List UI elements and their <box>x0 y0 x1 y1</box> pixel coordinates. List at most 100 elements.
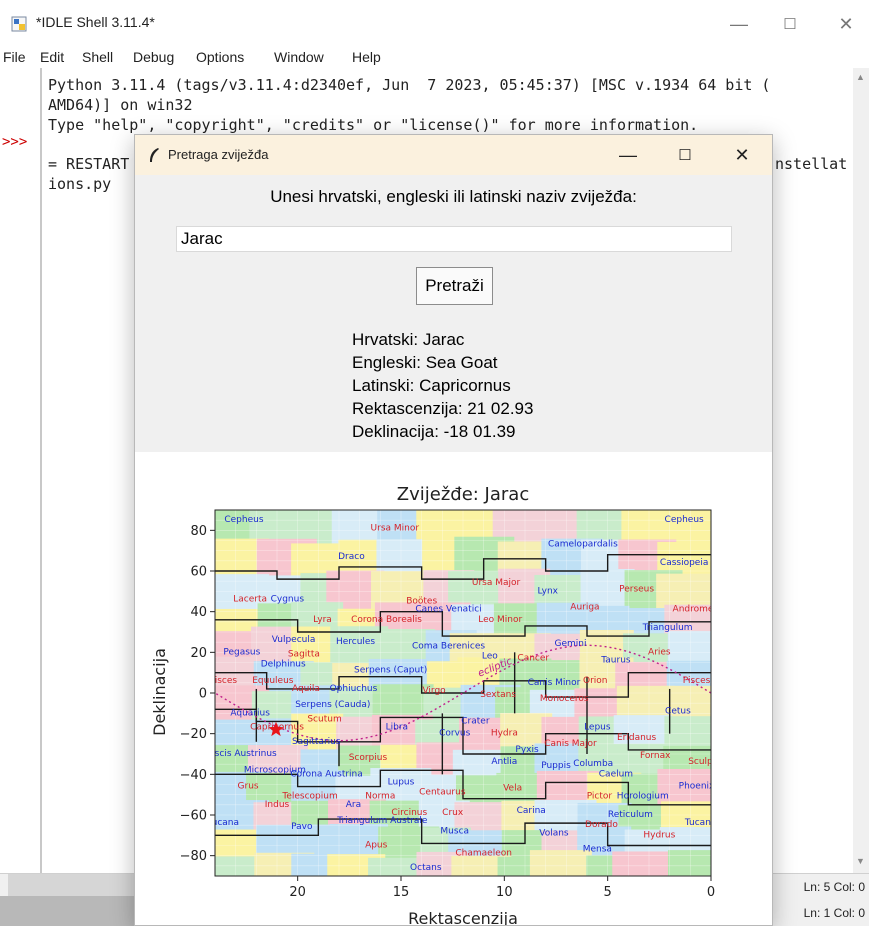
constellation-label: Monoceros <box>540 694 589 704</box>
constellation-label: Pegasus <box>223 647 260 657</box>
minimize-button[interactable]: — <box>716 10 762 38</box>
menu-help[interactable]: Help <box>352 49 381 65</box>
constellation-label: Carina <box>517 806 546 816</box>
constellation-label: Virgo <box>422 686 446 696</box>
constellation-chart: Zviježđe: Jarac ecliptic Cepheus CepheusU… <box>150 484 726 925</box>
dialog-maximize-button[interactable]: ☐ <box>665 141 705 169</box>
constellation-label: Canes Venatici <box>415 605 481 615</box>
constellation-label: Volans <box>539 828 569 838</box>
constellation-label: Octans <box>410 863 442 873</box>
dialog-close-button[interactable]: ✕ <box>722 141 762 169</box>
result-declination: Deklinacija: -18 01.39 <box>352 422 516 441</box>
y-tick-label: −20 <box>180 727 207 742</box>
constellation-label: Delphinus <box>261 660 306 670</box>
constellation-label: Canis Minor <box>528 678 581 688</box>
constellation-label: Chamaeleon <box>455 849 512 859</box>
constellation-label: Indus <box>265 800 290 810</box>
constellation-label: Draco <box>338 552 365 562</box>
constellation-label: Equuleus <box>252 676 294 686</box>
background-strip <box>0 896 140 926</box>
menu-edit[interactable]: Edit <box>40 49 64 65</box>
constellation-label: Sagittarius <box>292 737 341 747</box>
constellation-label: Tucana <box>684 818 717 828</box>
y-tick-label: 80 <box>190 524 207 539</box>
constellation-label: Libra <box>386 723 408 733</box>
scroll-down-icon[interactable]: ▼ <box>856 856 865 866</box>
search-button[interactable]: Pretraži <box>416 267 493 305</box>
constellation-label: Reticulum <box>608 810 653 820</box>
plot-area: Zviježđe: Jarac ecliptic Cepheus Cepheus U… <box>135 452 772 925</box>
y-tick-label: 40 <box>190 605 207 620</box>
constellation-label: Lyra <box>313 615 332 625</box>
constellation-label: Ara <box>346 800 361 810</box>
constellation-label: Cygnus <box>271 595 305 605</box>
constellation-label: Leo <box>482 651 498 661</box>
y-tick-label: 0 <box>199 687 207 702</box>
constellation-label: Cepheus <box>224 515 263 525</box>
constellation-label: Crater <box>461 717 490 727</box>
constellation-label: Orion <box>583 676 608 686</box>
result-right-ascension: Rektascenzija: 21 02.93 <box>352 399 534 418</box>
shell-prompt: >>> <box>2 134 28 150</box>
constellation-label: Lepus <box>584 723 611 733</box>
dialog-titlebar: Pretraga zviježđa — ☐ ✕ <box>135 135 772 175</box>
vertical-scrollbar[interactable]: ▲ ▼ <box>853 68 869 873</box>
constellation-label: Lupus <box>388 778 415 788</box>
search-input[interactable] <box>176 226 732 252</box>
constellation-label: Lacerta <box>233 595 267 605</box>
constellation-label: Canis Major <box>544 739 597 749</box>
search-dialog: Pretraga zviježđa — ☐ ✕ Unesi hrvatski, … <box>134 134 773 926</box>
y-tick-label: 20 <box>190 646 207 661</box>
menu-window[interactable]: Window <box>274 49 324 65</box>
constellation-label: Cetus <box>665 706 691 716</box>
scroll-up-icon[interactable]: ▲ <box>856 72 865 82</box>
x-tick-label: 10 <box>496 885 513 900</box>
x-tick-label: 15 <box>393 885 410 900</box>
constellation-label: Corona Borealis <box>351 615 422 625</box>
idle-window-title: *IDLE Shell 3.11.4* <box>36 14 155 30</box>
constellation-label: Andromeda <box>673 605 725 615</box>
close-button[interactable]: ✕ <box>823 10 869 38</box>
status-line-col: Ln: 5 Col: 0 <box>803 880 865 894</box>
constellation-label: Eridanus <box>617 733 657 743</box>
constellation-label: Piscis Austrinus <box>207 749 277 759</box>
result-croatian: Hrvatski: Jarac <box>352 330 465 349</box>
constellation-label: Fornax <box>640 751 671 761</box>
constellation-label: Telescopium <box>281 792 337 802</box>
shell-line-3: Type "help", "copyright", "credits" or "… <box>48 116 699 134</box>
dialog-title: Pretraga zviježđa <box>168 147 269 162</box>
constellation-label: Sculptor <box>688 757 726 767</box>
constellation-label: Lynx <box>537 586 558 596</box>
constellation-label: Cancer <box>517 653 549 663</box>
constellation-label: Vulpecula <box>272 635 316 645</box>
constellation-label: Grus <box>238 782 259 792</box>
constellation-label: Scutum <box>307 714 341 724</box>
y-tick-label: −40 <box>180 768 207 783</box>
feather-icon <box>150 148 159 162</box>
constellation-label: Hercules <box>336 637 375 647</box>
dialog-minimize-button[interactable]: — <box>608 141 648 169</box>
menu-shell[interactable]: Shell <box>82 49 113 65</box>
constellation-label: Tucana <box>207 818 240 828</box>
constellation-region <box>612 851 671 876</box>
constellation-label: Aquila <box>292 684 320 694</box>
result-latin: Latinski: Capricornus <box>352 376 511 395</box>
constellation-label: Dorado <box>585 820 618 830</box>
shell-gutter <box>0 68 40 873</box>
menu-debug[interactable]: Debug <box>133 49 174 65</box>
constellation-label: Norma <box>365 792 395 802</box>
constellation-label: Centaurus <box>419 788 466 798</box>
constellation-label: Aquarius <box>230 708 270 718</box>
constellation-label: Coma Berenices <box>412 641 485 651</box>
constellation-label: Taurus <box>600 656 631 666</box>
constellation-label: Pictor <box>587 792 613 802</box>
menu-file[interactable]: File <box>3 49 26 65</box>
shell-line-restart-tail: nstellat <box>775 155 848 173</box>
menu-options[interactable]: Options <box>196 49 244 65</box>
shell-line-6: ions.py <box>48 175 112 193</box>
constellation-label: Apus <box>365 841 388 851</box>
horizontal-scrollbar[interactable] <box>8 874 138 898</box>
maximize-button[interactable]: ☐ <box>767 10 813 38</box>
idle-titlebar: *IDLE Shell 3.11.4* — ☐ ✕ <box>0 0 869 46</box>
constellation-label: Hydrus <box>643 830 675 840</box>
